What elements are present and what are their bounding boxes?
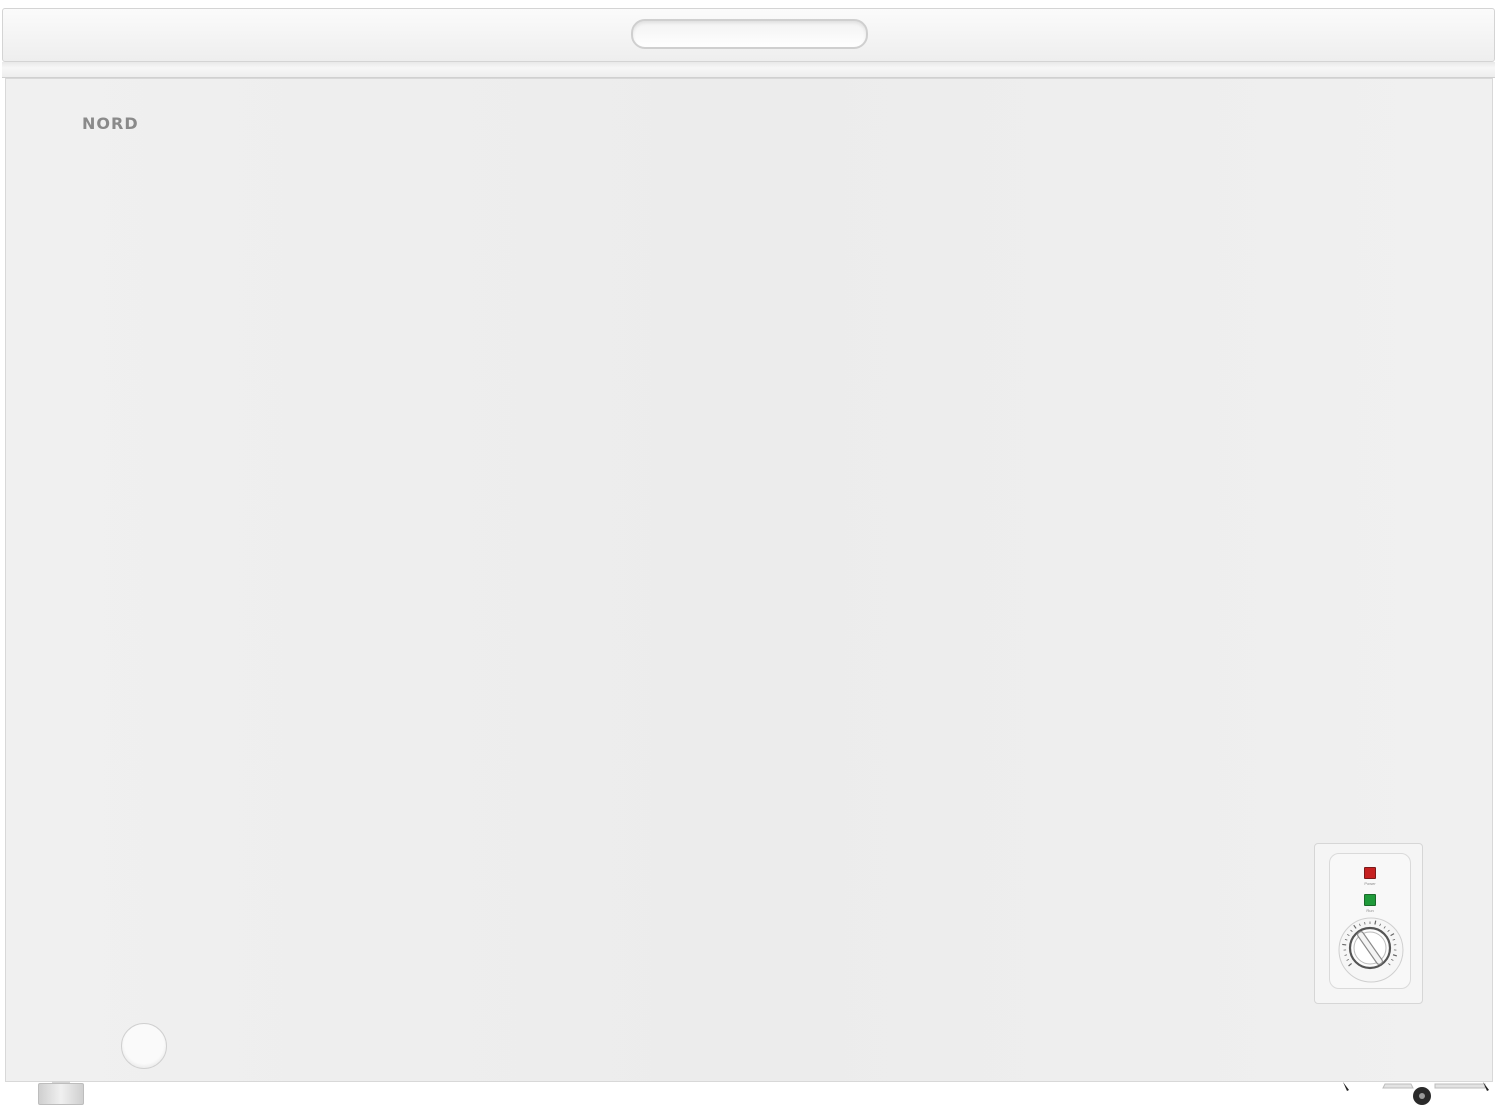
lid-trim bbox=[2, 62, 1495, 78]
run-indicator-led bbox=[1364, 894, 1376, 906]
power-label: Power bbox=[1364, 881, 1376, 886]
dial-tick bbox=[1374, 920, 1377, 925]
leveling-foot bbox=[38, 1083, 84, 1105]
brand-logo: NORD bbox=[82, 114, 139, 133]
chest-freezer: NORD Power Run bbox=[0, 0, 1499, 1112]
left-caster-bracket bbox=[1343, 1082, 1349, 1091]
power-indicator-led bbox=[1364, 867, 1376, 879]
caster-wheels bbox=[1343, 1082, 1489, 1105]
run-label: Run bbox=[1366, 908, 1374, 913]
drain-plug-cap[interactable] bbox=[121, 1023, 167, 1069]
dial-tick bbox=[1342, 943, 1347, 946]
thermostat-knob[interactable] bbox=[1336, 915, 1406, 985]
lid-handle[interactable] bbox=[631, 19, 868, 49]
freezer-body bbox=[5, 78, 1493, 1082]
dial-tick bbox=[1364, 921, 1366, 925]
